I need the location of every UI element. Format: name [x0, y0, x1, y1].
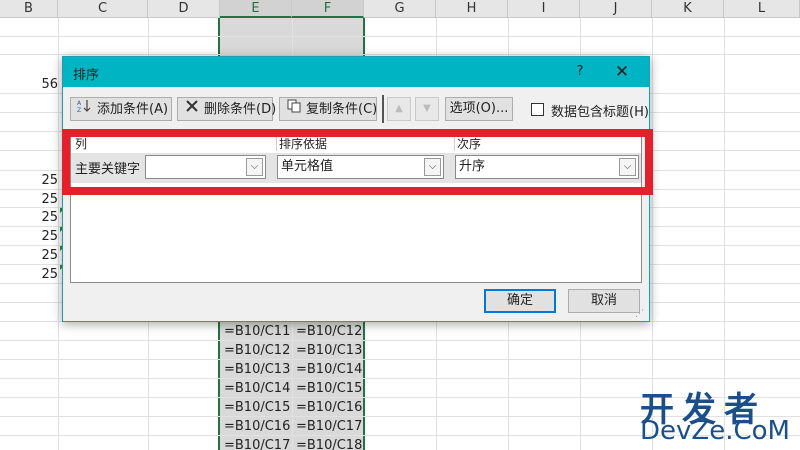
column-header-k[interactable]: K	[652, 0, 724, 18]
column-header-j[interactable]: J	[580, 0, 652, 18]
cell-f-formula[interactable]: =B10/C12	[292, 322, 364, 341]
cell-e-formula[interactable]: =B10/C12	[220, 341, 292, 360]
column-header-b[interactable]: B	[0, 0, 58, 18]
column-header-l[interactable]: L	[724, 0, 800, 18]
dialog-title-bar[interactable]: 排序 ? ✕	[63, 57, 649, 87]
copy-icon	[284, 98, 304, 120]
add-condition-label: 添加条件(A)	[97, 102, 169, 117]
highlight-box	[62, 129, 653, 195]
cell-e-formula[interactable]: =B10/C15	[220, 398, 292, 417]
cell-f-formula[interactable]: =B10/C16	[292, 398, 364, 417]
column-header-c[interactable]: C	[58, 0, 148, 18]
cell-e-formula[interactable]: =B10/C17	[220, 436, 292, 450]
add-condition-button[interactable]: AZ 添加条件(A)	[70, 97, 172, 121]
cell-b-value[interactable]: 25	[0, 209, 58, 227]
help-button[interactable]: ?	[565, 63, 595, 81]
move-down-button[interactable]: ▼	[415, 97, 439, 121]
svg-text:Z: Z	[77, 107, 81, 113]
delete-condition-label: 删除条件(D)	[204, 102, 277, 117]
cell-e-formula[interactable]: =B10/C14	[220, 379, 292, 398]
grid-line	[58, 18, 59, 450]
watermark-site: DevZe.CoM	[640, 416, 790, 446]
cell-b-value[interactable]: 25	[0, 172, 58, 190]
resize-grip-icon[interactable]: ⋰	[635, 309, 644, 319]
cell-b-value[interactable]: 25	[0, 191, 58, 209]
cell-b-value[interactable]: 25	[0, 228, 58, 246]
arrow-down-icon: ▼	[423, 103, 431, 114]
cancel-button[interactable]: 取消	[568, 289, 640, 313]
grid-line	[0, 54, 800, 55]
cell-f-formula[interactable]: =B10/C18	[292, 436, 364, 450]
svg-text:A: A	[77, 100, 82, 107]
cell-f-formula[interactable]: =B10/C13	[292, 341, 364, 360]
cell-b-value[interactable]: 56	[0, 76, 58, 94]
cell-e-formula[interactable]: =B10/C11	[220, 322, 292, 341]
arrow-up-icon: ▲	[395, 103, 403, 114]
cell-f-formula[interactable]: =B10/C14	[292, 360, 364, 379]
column-header-h[interactable]: H	[436, 0, 508, 18]
options-button[interactable]: 选项(O)...	[445, 97, 513, 121]
delete-x-icon	[182, 98, 202, 120]
grid-line	[0, 340, 800, 341]
dialog-title: 排序	[73, 68, 100, 83]
copy-condition-label: 复制条件(C)	[306, 102, 378, 117]
cell-f-formula[interactable]: =B10/C15	[292, 379, 364, 398]
cell-e-formula[interactable]: =B10/C13	[220, 360, 292, 379]
cell-e-formula[interactable]: =B10/C16	[220, 417, 292, 436]
grid-line	[0, 359, 800, 360]
header-checkbox[interactable]	[531, 103, 544, 116]
move-up-button[interactable]: ▲	[387, 97, 411, 121]
copy-condition-button[interactable]: 复制条件(C)	[279, 97, 377, 121]
cell-f-formula[interactable]: =B10/C17	[292, 417, 364, 436]
header-checkbox-label[interactable]: 数据包含标题(H)	[551, 101, 649, 120]
close-button[interactable]: ✕	[607, 61, 637, 83]
column-header-i[interactable]: I	[508, 0, 580, 18]
column-header-d[interactable]: D	[148, 0, 220, 18]
grid-line	[0, 378, 800, 379]
sort-az-icon: AZ	[75, 98, 95, 120]
ok-button[interactable]: 确定	[484, 289, 556, 313]
delete-condition-button[interactable]: 删除条件(D)	[177, 97, 277, 121]
cell-b-value[interactable]: 25	[0, 247, 58, 265]
cell-b-value[interactable]: 25	[0, 266, 58, 284]
column-header-f[interactable]: F	[292, 0, 364, 18]
grid-line	[0, 36, 800, 37]
column-header-e[interactable]: E	[220, 0, 292, 18]
column-header-g[interactable]: G	[364, 0, 436, 18]
toolbar-separator	[382, 95, 384, 123]
